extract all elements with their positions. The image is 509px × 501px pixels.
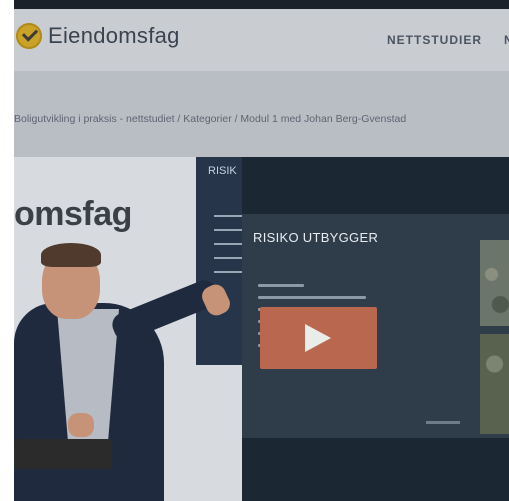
breadcrumb[interactable]: Boligutvikling i praksis - nettstudiet /…: [14, 113, 406, 125]
site-header: Eiendomsfag NETTSTUDIER N: [14, 9, 509, 71]
video-player[interactable]: omsfag RISIK RISIKO UTBYGGER: [14, 157, 509, 501]
play-icon[interactable]: [260, 307, 377, 369]
tv-bullet: [214, 215, 242, 217]
breadcrumb-bar: Boligutvikling i praksis - nettstudiet /…: [14, 71, 509, 157]
tv-bullet: [214, 243, 242, 245]
tv-bullet: [214, 229, 242, 231]
slide-image-top: [480, 240, 509, 326]
room-sign-text: omsfag: [14, 195, 132, 233]
top-image-strip: [14, 0, 509, 9]
logo-icon[interactable]: [16, 23, 42, 49]
standing-table: [14, 439, 112, 469]
tv-screen-left: RISIK: [196, 157, 246, 365]
presenter-hair: [41, 243, 101, 267]
tv-bullet: [214, 257, 242, 259]
tv-screen-title: RISIK: [208, 165, 237, 177]
slide-bullet: [258, 284, 304, 287]
logo-text[interactable]: Eiendomsfag: [48, 23, 180, 49]
slide-image-bottom: [480, 334, 509, 434]
slide-bullet: [258, 296, 366, 299]
slide-footer: [426, 421, 460, 424]
slide-title: RISIKO UTBYGGER: [253, 230, 379, 245]
left-gutter: [0, 0, 14, 501]
nav-nettstudier[interactable]: NETTSTUDIER: [387, 33, 482, 47]
presenter-hand-lower: [68, 413, 94, 437]
tv-bullet: [214, 271, 242, 273]
nav-next-item[interactable]: N: [504, 33, 509, 47]
